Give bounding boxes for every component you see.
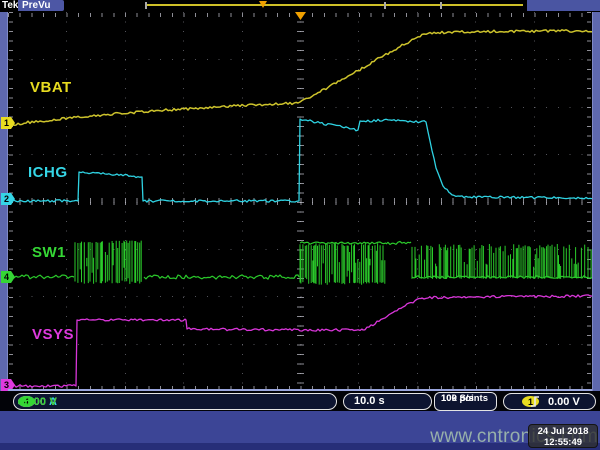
channel-1-marker: 1 (1, 117, 15, 129)
channel-4-scale: 5.00 V (24, 396, 57, 408)
channel-4-marker: 4 (1, 271, 15, 283)
timebase-value: 10.0 s (354, 395, 385, 407)
screen-frame-right (592, 12, 600, 391)
channel-label-vsys: VSYS (32, 326, 74, 343)
acquisition-readout: 100 S/s 10k points (434, 392, 497, 411)
trigger-readout: 1 0.00 V (503, 393, 596, 410)
record-length-text: 10k points (441, 394, 488, 403)
timebase-readout: 10.0 s (343, 393, 432, 410)
graticule-area: VBATICHGVSYSSW1 1234 (0, 12, 600, 391)
tek-logo: Tek (2, 0, 19, 12)
trigger-level-text: 0.00 V (548, 396, 580, 408)
oscilloscope-display: Tek PreVu VBATICHGVSYSSW1 1234 12.00 V21… (0, 0, 600, 450)
window-bracket-right-icon (384, 2, 386, 9)
channel-2-marker: 2 (1, 193, 15, 205)
time-text: 12:55:49 (529, 437, 597, 448)
channel-label-sw1: SW1 (32, 244, 66, 261)
window-bracket-left-icon (145, 2, 147, 9)
channel-label-ichg: ICHG (28, 164, 68, 181)
datetime-badge: 24 Jul 2018 12:55:49 (528, 424, 598, 448)
readout-bar: 12.00 V21.00 A32.00 V45.00 V 10.0 s 100 … (0, 391, 600, 411)
rising-edge-icon (530, 395, 540, 408)
top-status-bar: Tek PreVu (0, 0, 600, 12)
channel-label-vbat: VBAT (30, 79, 72, 96)
acquisition-mode-badge: PreVu (18, 0, 64, 11)
coupling-icon (18, 397, 27, 407)
menu-area (527, 0, 600, 11)
channel-4-readout: 45.00 V (18, 394, 98, 409)
record-view-bar (145, 4, 523, 6)
channel-readouts: 12.00 V21.00 A32.00 V45.00 V (13, 393, 337, 410)
expansion-mark-icon (440, 2, 442, 9)
date-text: 24 Jul 2018 (529, 426, 597, 437)
